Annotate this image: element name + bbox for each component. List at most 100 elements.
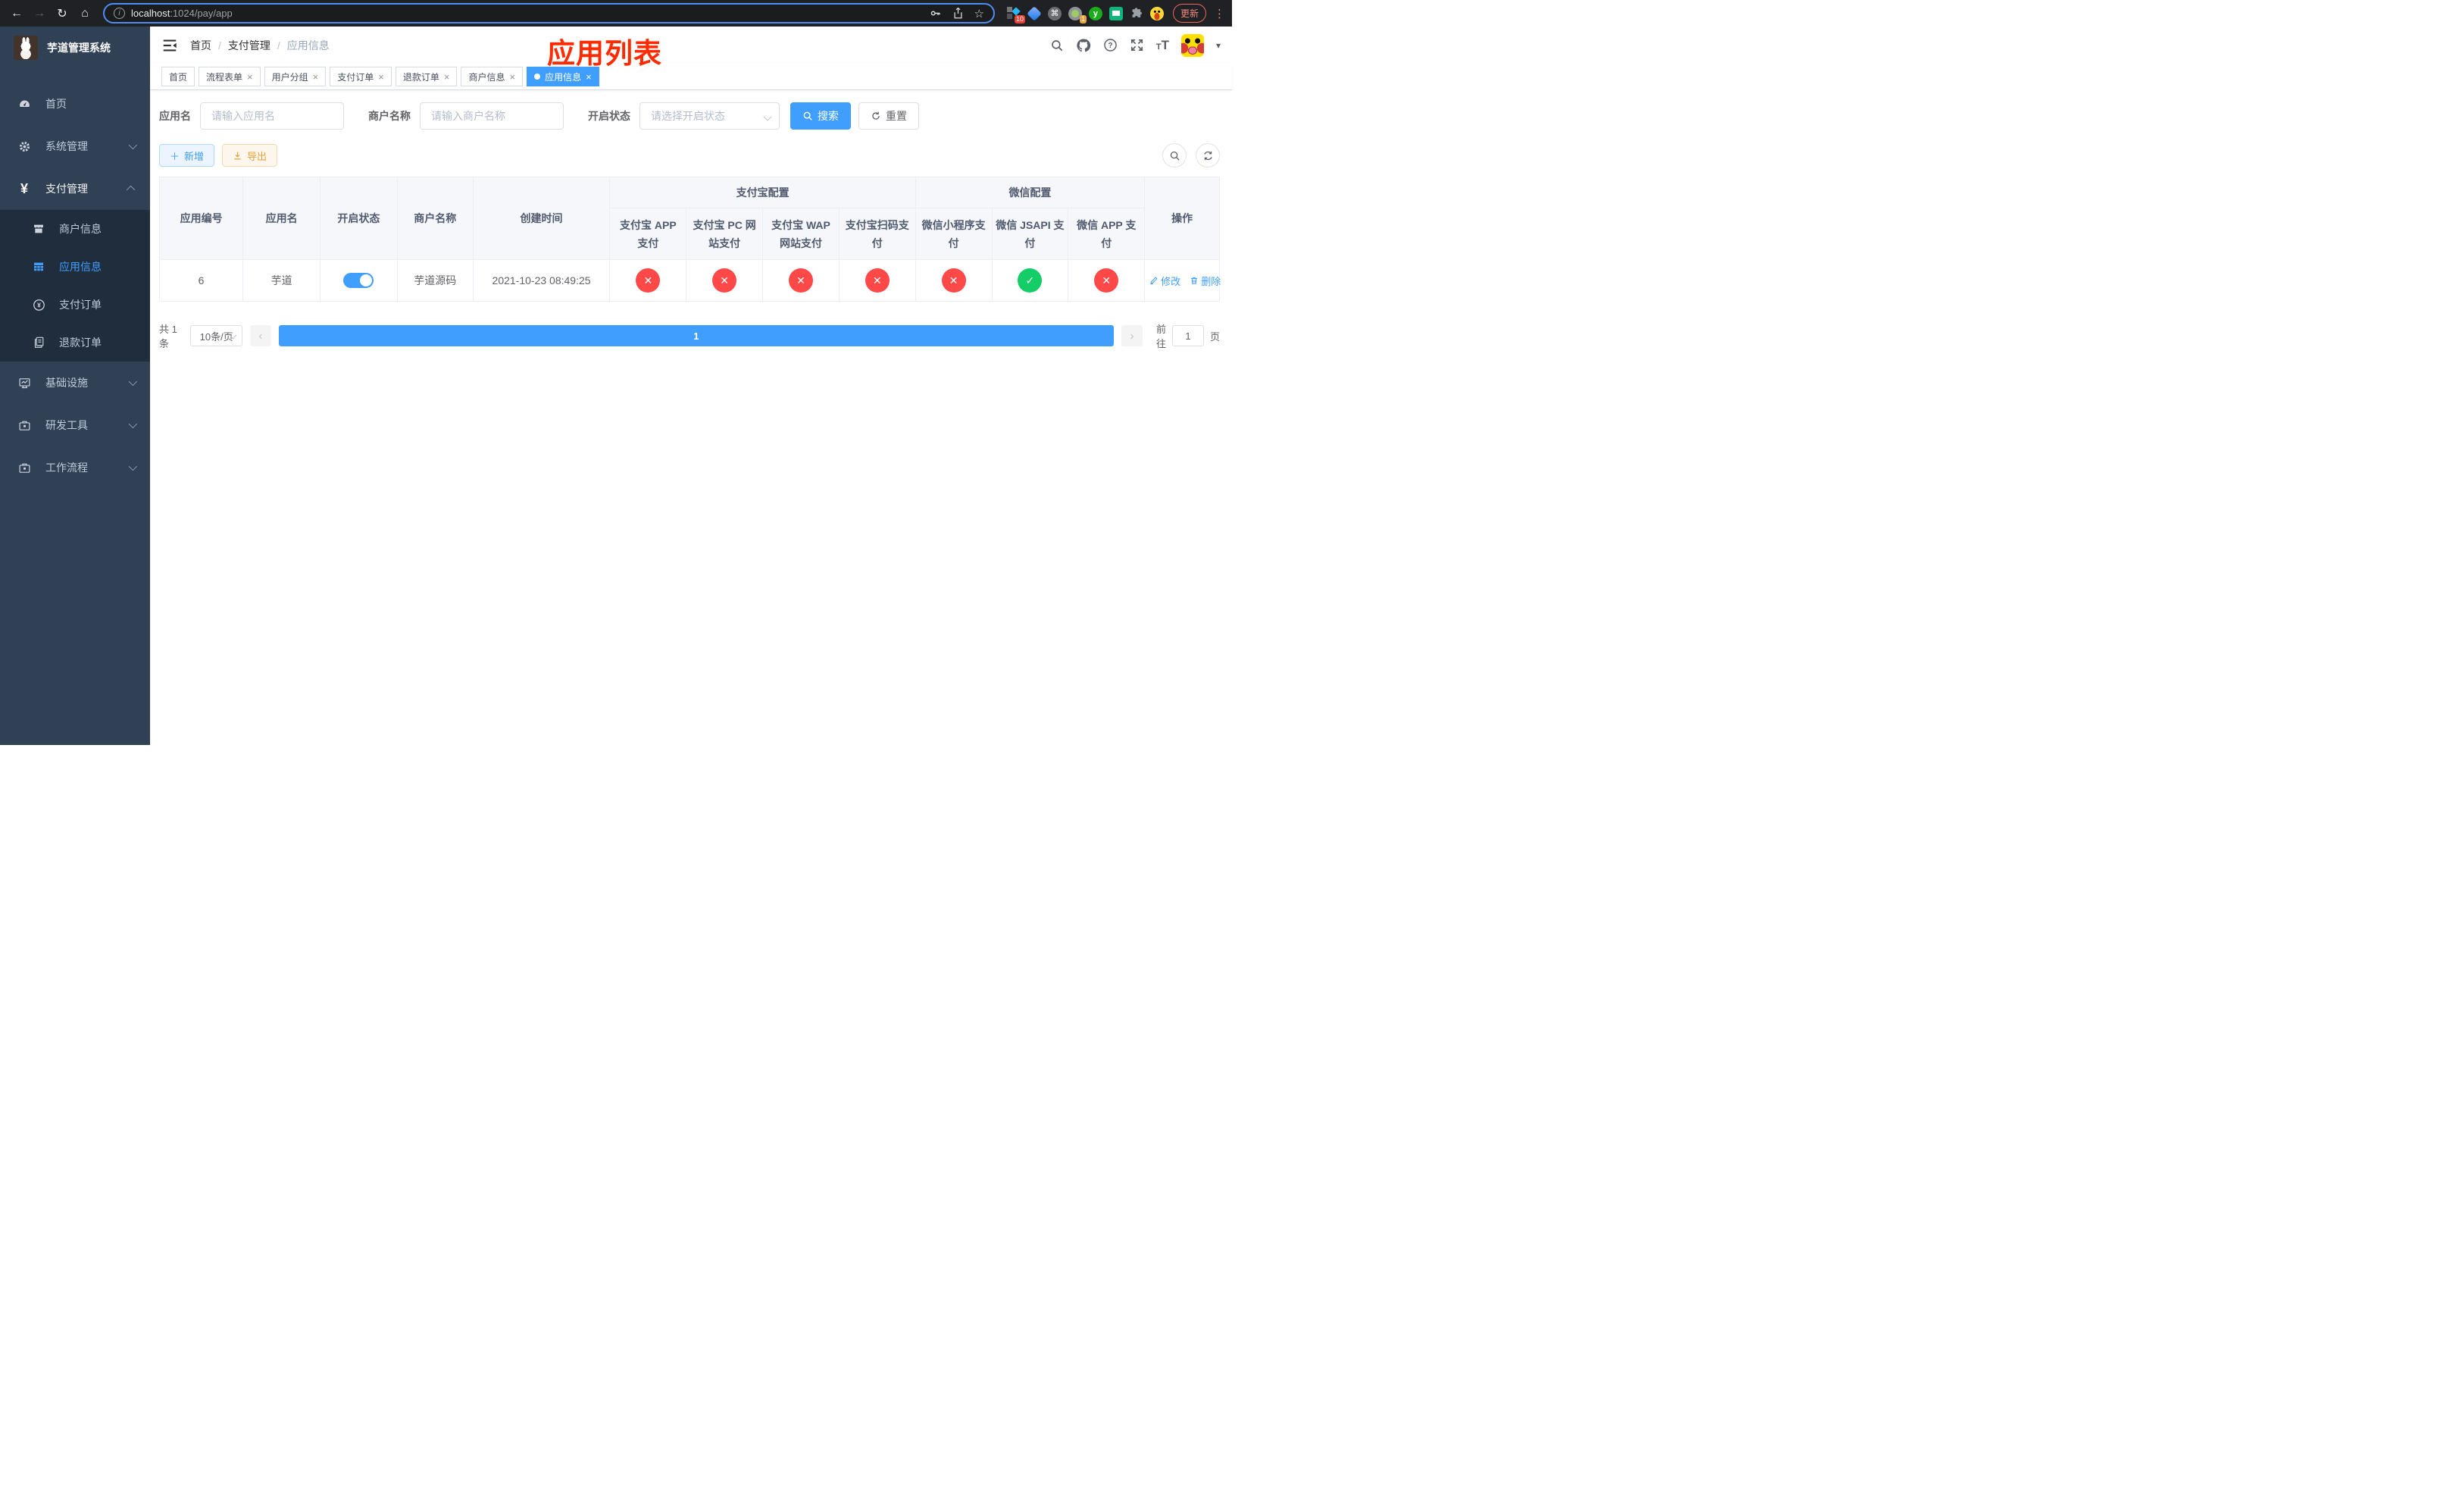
share-icon[interactable] xyxy=(952,7,964,20)
bookmark-star-icon[interactable]: ☆ xyxy=(974,7,984,20)
monitor-icon xyxy=(15,377,33,390)
extension-emoji-icon[interactable] xyxy=(1149,6,1164,20)
extensions-puzzle-icon[interactable] xyxy=(1130,7,1143,20)
close-icon[interactable]: × xyxy=(247,72,253,82)
browser-update-button[interactable]: 更新 xyxy=(1172,4,1206,23)
export-button[interactable]: 导出 xyxy=(222,144,278,167)
tag-label: 应用信息 xyxy=(545,71,582,83)
active-dot xyxy=(534,74,541,80)
fullscreen-icon[interactable] xyxy=(1130,38,1144,52)
col-alipay-qr: 支付宝扫码支付 xyxy=(838,208,916,260)
chevron-down-icon xyxy=(128,140,138,150)
tag-label: 首页 xyxy=(169,71,188,83)
documents-icon xyxy=(30,337,47,349)
edit-label: 修改 xyxy=(1161,275,1181,287)
tag-merchant-info[interactable]: 商户信息 × xyxy=(461,67,524,86)
tag-pay-order[interactable]: 支付订单 × xyxy=(330,67,392,86)
forward-icon[interactable]: → xyxy=(30,5,48,23)
breadcrumb-payment[interactable]: 支付管理 xyxy=(228,38,270,53)
col-status: 开启状态 xyxy=(320,177,398,260)
refresh-button[interactable] xyxy=(1196,143,1220,167)
current-page-button[interactable]: 1 xyxy=(278,325,1114,346)
col-group-wechat: 微信配置 xyxy=(915,177,1146,208)
sidebar-item-system[interactable]: 系统管理 xyxy=(0,125,150,167)
close-icon[interactable]: × xyxy=(313,72,319,82)
close-icon[interactable]: × xyxy=(509,72,515,82)
reload-icon[interactable]: ↻ xyxy=(53,5,71,23)
password-key-icon[interactable] xyxy=(929,7,942,20)
chevron-up-icon xyxy=(126,185,136,195)
sidebar-item-label: 应用信息 xyxy=(59,261,102,273)
breadcrumb-home[interactable]: 首页 xyxy=(190,38,211,53)
extension-kite-icon[interactable] xyxy=(1027,5,1042,21)
app-name-input[interactable] xyxy=(200,102,344,130)
search-icon[interactable] xyxy=(1050,39,1064,52)
close-icon[interactable]: × xyxy=(586,72,592,82)
tag-process-form[interactable]: 流程表单 × xyxy=(199,67,261,86)
tag-refund-order[interactable]: 退款订单 × xyxy=(395,67,458,86)
page-size-select[interactable]: 10条/页 xyxy=(190,325,242,346)
extension-camera-icon[interactable]: 1 xyxy=(1068,6,1087,23)
sidebar-item-refund-order[interactable]: 退款订单 xyxy=(0,324,150,362)
prev-page-button[interactable]: ‹ xyxy=(249,325,271,346)
tag-home[interactable]: 首页 xyxy=(161,67,195,86)
tag-user-group[interactable]: 用户分组 × xyxy=(264,67,327,86)
export-button-label: 导出 xyxy=(247,150,267,162)
navbar: 首页 / 支付管理 / 应用信息 ? TT ▾ xyxy=(150,27,1232,64)
next-page-button[interactable]: › xyxy=(1121,325,1143,346)
close-icon[interactable]: × xyxy=(444,72,450,82)
col-app-id: 应用编号 xyxy=(158,177,244,260)
col-wechat-app: 微信 APP 支付 xyxy=(1068,208,1146,260)
status-toggle[interactable] xyxy=(343,273,374,288)
filter-form: 应用名 商户名称 开启状态 搜索 重置 xyxy=(159,102,1220,130)
page: ← → ↻ ⌂ i localhost:1024/pay/app ☆ 10 ⌘ … xyxy=(0,0,1232,745)
address-bar[interactable]: i localhost:1024/pay/app ☆ xyxy=(103,3,995,23)
goto-page-input[interactable] xyxy=(1171,325,1204,346)
sidebar-logo[interactable]: 芋道管理系统 xyxy=(0,27,150,69)
sidebar-item-infrastructure[interactable]: 基础设施 xyxy=(0,362,150,404)
col-group-alipay: 支付宝配置 xyxy=(609,177,916,208)
add-button[interactable]: ＋ 新增 xyxy=(159,144,215,167)
reset-button-label: 重置 xyxy=(886,110,907,122)
delete-label: 删除 xyxy=(1201,275,1221,287)
github-icon[interactable] xyxy=(1076,38,1091,53)
svg-text:¥: ¥ xyxy=(37,301,41,308)
briefcase-icon xyxy=(15,419,33,432)
user-avatar[interactable] xyxy=(1180,33,1204,57)
help-icon[interactable]: ? xyxy=(1103,38,1118,52)
back-icon[interactable]: ← xyxy=(8,5,26,23)
tag-label: 支付订单 xyxy=(337,71,374,83)
toggle-search-button[interactable] xyxy=(1162,143,1187,167)
sidebar-item-pay-order[interactable]: ¥ 支付订单 xyxy=(0,286,150,324)
merchant-name-input[interactable] xyxy=(420,102,564,130)
grid-icon xyxy=(30,261,47,273)
delete-link[interactable]: 删除 xyxy=(1190,274,1221,288)
extension-grid-icon[interactable]: 10 xyxy=(1006,6,1025,23)
sidebar-item-home[interactable]: 首页 xyxy=(0,83,150,125)
sidebar-item-merchant-info[interactable]: 商户信息 xyxy=(0,210,150,248)
extension-chat-icon[interactable] xyxy=(1108,6,1123,20)
close-icon[interactable]: × xyxy=(378,72,384,82)
reset-button[interactable]: 重置 xyxy=(858,102,919,130)
edit-link[interactable]: 修改 xyxy=(1149,274,1180,288)
home-icon[interactable]: ⌂ xyxy=(76,5,94,23)
col-created: 创建时间 xyxy=(472,177,611,260)
url-text[interactable]: localhost:1024/pay/app xyxy=(131,8,923,19)
browser-toolbar: ← → ↻ ⌂ i localhost:1024/pay/app ☆ 10 ⌘ … xyxy=(0,0,1232,27)
browser-menu-icon[interactable]: ⋮ xyxy=(1214,7,1225,20)
sidebar-item-payment[interactable]: ¥ 支付管理 xyxy=(0,167,150,210)
menu-fold-icon[interactable] xyxy=(161,37,178,54)
font-size-icon[interactable]: TT xyxy=(1156,38,1169,53)
site-info-icon[interactable]: i xyxy=(114,8,125,19)
sidebar-item-dev-tools[interactable]: 研发工具 xyxy=(0,404,150,446)
sidebar-item-label: 支付管理 xyxy=(45,183,88,195)
caret-down-icon[interactable]: ▾ xyxy=(1216,40,1221,51)
sidebar-item-app-info[interactable]: 应用信息 xyxy=(0,248,150,286)
extension-yudao-icon[interactable]: y xyxy=(1088,6,1102,20)
sidebar-item-workflow[interactable]: 工作流程 xyxy=(0,446,150,489)
status-select-input[interactable] xyxy=(639,102,780,130)
search-button[interactable]: 搜索 xyxy=(790,102,851,130)
extension-command-icon[interactable]: ⌘ xyxy=(1047,6,1062,20)
app-table: 应用编号 应用名 开启状态 商户名称 创建时间 支付宝配置 微信配置 操作 支付… xyxy=(158,177,1221,302)
status-select[interactable] xyxy=(639,102,780,130)
